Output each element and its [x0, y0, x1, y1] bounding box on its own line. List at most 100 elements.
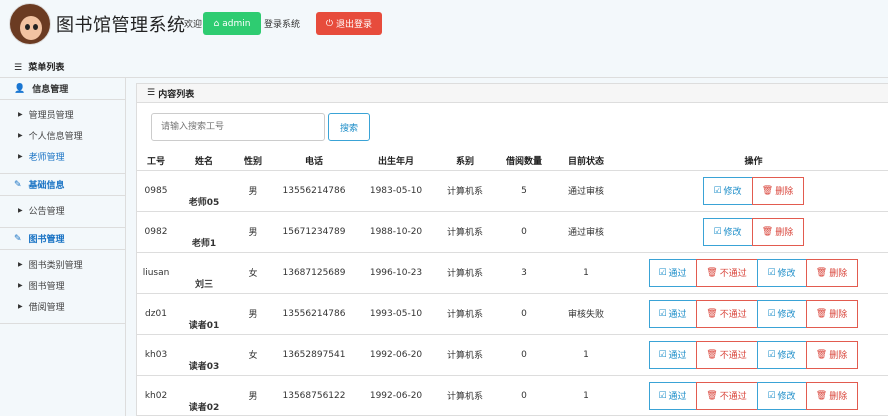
reject-button[interactable]: 🗑 不通过	[695, 258, 758, 287]
reject-button[interactable]: 🗑 不通过	[695, 381, 758, 410]
cell-birth: 1993-05-10	[355, 293, 437, 335]
panel-title: ☰ 内容列表	[137, 84, 888, 103]
delete-button[interactable]: 🗑 删除	[751, 176, 804, 205]
edit-icon: ☑	[767, 349, 776, 360]
column-header: 出生年月	[355, 151, 437, 171]
sidebar-item[interactable]: ▶ 公告管理	[0, 200, 125, 221]
edit-button-label: 修改	[723, 228, 742, 238]
delete-button-label: 删除	[829, 269, 848, 279]
cell-status: 审核失败	[555, 293, 617, 335]
pass-button[interactable]: ☑ 通过	[648, 381, 697, 410]
pass-button[interactable]: ☑ 通过	[648, 299, 697, 328]
app-title: 图书馆管理系统	[56, 15, 186, 36]
edit-icon: ☑	[713, 185, 722, 196]
edit-button-label: 修改	[723, 187, 742, 197]
reject-button[interactable]: 🗑 不通过	[695, 340, 758, 369]
trash-icon: 🗑	[815, 308, 828, 319]
edit-button[interactable]: ☑ 修改	[756, 381, 807, 410]
edit-button[interactable]: ☑ 修改	[756, 340, 807, 369]
reject-button-label: 不通过	[719, 269, 747, 279]
sidebar-section-0[interactable]: 👤 信息管理	[0, 78, 125, 100]
edit-icon: ☑	[767, 308, 776, 319]
search-input[interactable]	[151, 113, 325, 141]
user-button[interactable]: ⌂ admin	[203, 12, 261, 35]
sidebar-section-label: 图书管理	[28, 235, 65, 245]
column-header: 系别	[437, 151, 493, 171]
cell-gender: 男	[233, 293, 273, 335]
sidebar-item[interactable]: ▶ 个人信息管理	[0, 125, 125, 146]
panel-title-label: 内容列表	[158, 89, 195, 100]
caret-right-icon: ▶	[18, 261, 23, 268]
column-header: 操作	[617, 151, 888, 171]
cell-gender: 女	[233, 252, 273, 294]
cell-name: 读者03	[175, 334, 233, 376]
reject-button-label: 不通过	[719, 310, 747, 320]
content-area: ☰ 内容列表 搜索 工号姓名性别电话出生年月系别借阅数量目前状态操作 0985老…	[125, 78, 888, 416]
caret-right-icon: ▶	[18, 282, 23, 289]
reject-button[interactable]: 🗑 不通过	[695, 299, 758, 328]
edit-icon: ✎	[14, 233, 22, 244]
data-table: 工号 姓名 性别 电话 出生年月 系别 借阅数量 目前状态 操作 0985 老师05 男 135562…	[137, 151, 888, 416]
column-header: 电话	[273, 151, 355, 171]
cell-actions: ☑ 通过 🗑 不通过 ☑ 修改 🗑 删除	[617, 375, 888, 416]
logout-button[interactable]: ⏻ 退出登录	[316, 12, 382, 35]
pass-button-label: 通过	[668, 269, 687, 279]
content-panel: ☰ 内容列表 搜索 工号姓名性别电话出生年月系别借阅数量目前状态操作 0985老…	[136, 83, 888, 416]
cell-id: kh03	[137, 334, 175, 376]
sidebar-item[interactable]: ▶ 老师管理	[0, 146, 125, 167]
cell-gender: 女	[233, 334, 273, 376]
edit-button[interactable]: ☑ 修改	[756, 258, 807, 287]
cell-actions: ☑ 修改 🗑 删除	[617, 170, 888, 212]
delete-button[interactable]: 🗑 删除	[805, 299, 858, 328]
cell-id: 0985	[137, 170, 175, 212]
action-group: ☑ 通过 🗑 不通过 ☑ 修改 🗑 删除	[648, 340, 858, 369]
cell-id: kh02	[137, 375, 175, 416]
delete-button[interactable]: 🗑 删除	[805, 258, 858, 287]
sidebar-item[interactable]: ▶ 图书管理	[0, 275, 125, 296]
pass-button[interactable]: ☑ 通过	[648, 258, 697, 287]
sidebar-section-label: 基础信息	[28, 181, 65, 191]
pass-button-label: 通过	[668, 392, 687, 402]
edit-button[interactable]: ☑ 修改	[702, 217, 753, 246]
delete-button-label: 删除	[775, 228, 794, 238]
delete-button[interactable]: 🗑 删除	[805, 340, 858, 369]
cell-phone: 13556214786	[273, 170, 355, 212]
logout-button-label: 退出登录	[336, 20, 373, 30]
caret-right-icon: ▶	[18, 153, 23, 160]
caret-right-icon: ▶	[18, 132, 23, 139]
edit-button[interactable]: ☑ 修改	[756, 299, 807, 328]
cell-gender: 男	[233, 170, 273, 212]
cell-borrow: 0	[493, 375, 555, 416]
trash-icon: 🗑	[815, 390, 828, 401]
delete-button[interactable]: 🗑 删除	[751, 217, 804, 246]
login-system-text: 登录系统	[264, 20, 301, 30]
action-group: ☑ 通过 🗑 不通过 ☑ 修改 🗑 删除	[648, 381, 858, 410]
check-icon: ☑	[658, 308, 667, 319]
sidebar-item-label: 图书类别管理	[28, 261, 83, 271]
action-group: ☑ 通过 🗑 不通过 ☑ 修改 🗑 删除	[648, 258, 858, 287]
sidebar-item-label: 公告管理	[28, 207, 65, 217]
sidebar-item[interactable]: ▶ 管理员管理	[0, 104, 125, 125]
pass-button[interactable]: ☑ 通过	[648, 340, 697, 369]
delete-button[interactable]: 🗑 删除	[805, 381, 858, 410]
sidebar-item[interactable]: ▶ 图书类别管理	[0, 254, 125, 275]
table-row: liusan 刘三女 13687125689 1996-10-23 计算机系 3 1 ☑ 通过 🗑…	[137, 252, 888, 294]
edit-icon: ☑	[767, 390, 776, 401]
cell-name: 刘三	[175, 252, 233, 294]
sidebar-item[interactable]: ▶ 借阅管理	[0, 296, 125, 317]
edit-icon: ☑	[767, 267, 776, 278]
cell-dept: 计算机系	[437, 375, 493, 416]
edit-button-label: 修改	[777, 310, 796, 320]
cell-status: 1	[555, 252, 617, 294]
cell-borrow: 5	[493, 170, 555, 212]
table-row: kh02 读者02 男 13568756122 1992-06-20 计算机系 0 1 ☑ 通过 🗑…	[137, 375, 888, 416]
edit-button[interactable]: ☑ 修改	[702, 176, 753, 205]
search-button[interactable]: 搜索	[328, 113, 370, 141]
sidebar-section-label: 信息管理	[32, 85, 69, 95]
cell-status: 通过审核	[555, 170, 617, 212]
caret-right-icon: ▶	[18, 207, 23, 214]
sidebar-section-body: ▶ 图书类别管理 ▶ 图书管理 ▶ 借阅管理	[0, 250, 125, 324]
sidebar-section-2[interactable]: ✎ 图书管理	[0, 228, 125, 250]
sidebar-section-1[interactable]: ✎ 基础信息	[0, 174, 125, 196]
cell-gender: 男	[233, 211, 273, 253]
